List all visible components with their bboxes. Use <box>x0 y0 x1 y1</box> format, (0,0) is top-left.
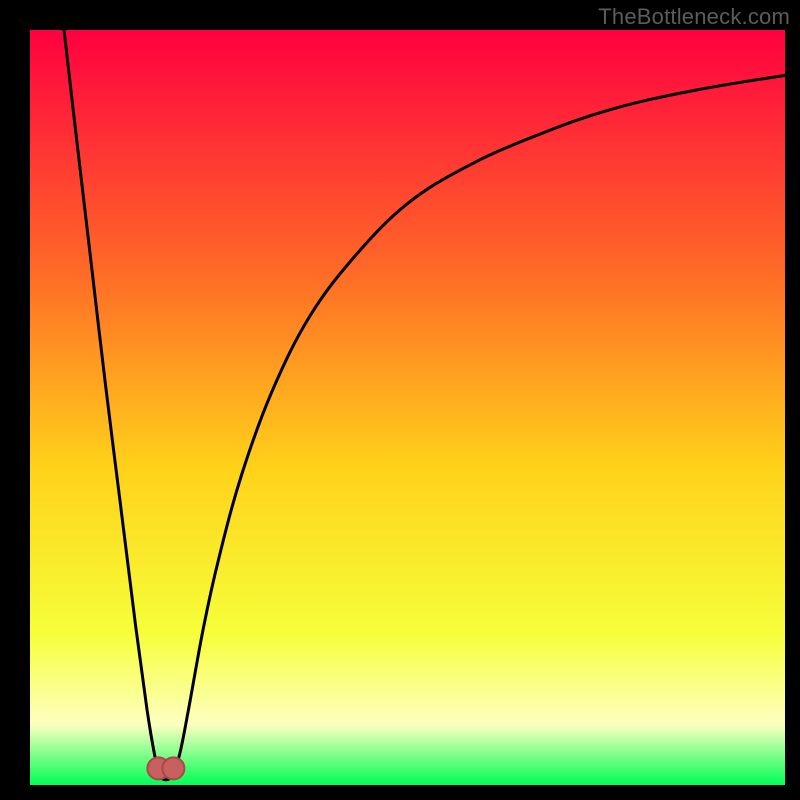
curve-markers <box>147 757 184 779</box>
watermark-text: TheBottleneck.com <box>598 4 790 30</box>
marker-low-point-right <box>162 757 184 779</box>
chart-canvas <box>30 30 785 785</box>
chart-frame: TheBottleneck.com <box>0 0 800 800</box>
plot-area <box>30 30 785 785</box>
